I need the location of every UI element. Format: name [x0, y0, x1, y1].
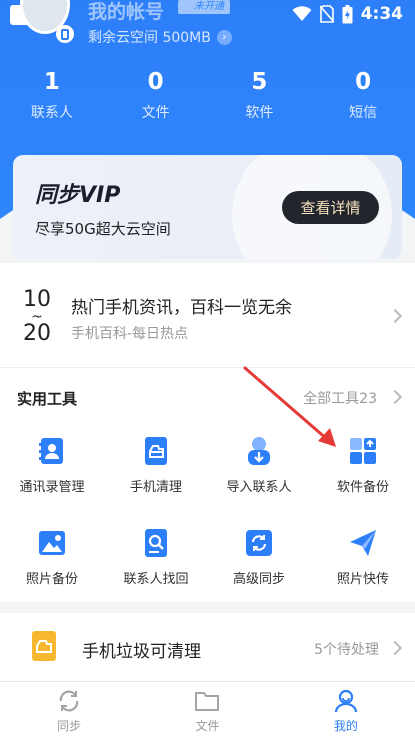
tool-label: 软件备份: [336, 480, 389, 495]
news-subtitle: 手机百科-每日热点: [71, 326, 189, 342]
contacts-book-icon: [39, 438, 63, 464]
news-card[interactable]: 10 ~ 20 热门手机资讯，百科一览无余 手机百科-每日热点: [0, 263, 415, 367]
stat-label: 联系人: [30, 105, 73, 121]
stats-row: 1 联系人 0 文件 5 软件 0 短信: [0, 66, 415, 122]
tab-sync[interactable]: 同步: [0, 682, 138, 737]
stat-apps[interactable]: 5 软件: [208, 66, 312, 122]
tool-contact-recover[interactable]: 联系人找回: [104, 528, 208, 587]
import-contact-icon: [248, 437, 270, 465]
photo-backup-icon: [39, 531, 65, 555]
stat-files[interactable]: 0 文件: [104, 66, 208, 122]
stat-value: 5: [251, 69, 268, 95]
tool-phone-clean[interactable]: 手机清理: [104, 436, 208, 495]
chevron-right-icon: [387, 308, 403, 324]
sync-icon: [59, 690, 79, 712]
chevron-right-icon: ›: [216, 29, 232, 45]
profile-section: 我的帐号 未开通 剩余云空间 500MB ›: [0, 0, 415, 50]
cloud-space-text: 剩余云空间 500MB: [88, 30, 211, 46]
stat-contacts[interactable]: 1 联系人: [0, 66, 104, 122]
chevron-right-icon: [387, 389, 403, 405]
tool-import-contacts[interactable]: 导入联系人: [207, 436, 311, 495]
stat-sms[interactable]: 0 短信: [311, 66, 415, 122]
cloud-space-link[interactable]: 剩余云空间 500MB ›: [88, 27, 232, 47]
tools-card: 实用工具 全部工具23 通讯录管理 手机清理 导入联系人 软件备份 照片备份 联…: [0, 367, 415, 602]
view-details-button[interactable]: 查看详情: [282, 191, 379, 224]
contact-recover-icon: [145, 529, 167, 557]
tab-label: 同步: [57, 719, 82, 733]
stat-label: 软件: [245, 105, 274, 121]
tool-photo-backup[interactable]: 照片备份: [0, 528, 104, 587]
tool-label: 照片备份: [25, 572, 78, 587]
tool-app-backup[interactable]: 软件备份: [311, 436, 415, 495]
all-tools-link[interactable]: 全部工具23: [303, 388, 377, 408]
tool-contacts-manage[interactable]: 通讯录管理: [0, 436, 104, 495]
junk-count: 5个待处理: [314, 642, 379, 658]
phone-badge-icon: [56, 25, 74, 43]
vip-banner[interactable]: 同步VIP 尽享50G超大云空间 查看详情: [13, 155, 402, 259]
tool-label: 高级同步: [232, 572, 285, 587]
tab-files[interactable]: 文件: [138, 682, 276, 737]
stat-value: 0: [355, 69, 372, 95]
chevron-right-icon: [387, 640, 403, 656]
tab-label: 文件: [195, 719, 220, 733]
tool-label: 照片快传: [336, 572, 389, 587]
stat-value: 0: [147, 69, 164, 95]
tool-label: 通讯录管理: [19, 480, 85, 495]
date-bottom: 20: [23, 321, 51, 346]
tab-label: 我的: [333, 719, 358, 733]
tool-label: 导入联系人: [226, 480, 292, 495]
vip-status-tag: 未开通: [178, 0, 230, 14]
tool-advanced-sync[interactable]: 高级同步: [207, 528, 311, 587]
news-date: 10 ~ 20: [22, 288, 52, 346]
vip-title: 同步VIP: [35, 183, 121, 208]
tools-heading: 实用工具: [17, 390, 78, 408]
tool-label: 联系人找回: [123, 572, 189, 587]
folder-icon: [195, 692, 220, 711]
advanced-sync-icon: [246, 530, 272, 556]
junk-folder-icon: [32, 631, 56, 661]
bottom-tab-bar: 同步 文件 我的: [0, 681, 415, 737]
user-icon: [334, 689, 357, 713]
app-backup-icon: [350, 438, 376, 464]
tab-mine[interactable]: 我的: [277, 682, 415, 737]
junk-title: 手机垃圾可清理: [82, 642, 201, 662]
photo-send-icon: [350, 530, 376, 556]
news-title: 热门手机资讯，百科一览无余: [71, 298, 292, 318]
phone-clean-icon: [145, 437, 167, 465]
stat-value: 1: [43, 69, 60, 95]
tool-label: 手机清理: [129, 480, 182, 495]
account-name[interactable]: 我的帐号: [88, 0, 164, 24]
stat-label: 短信: [349, 105, 378, 121]
tool-photo-send[interactable]: 照片快传: [311, 528, 415, 587]
junk-clean-card[interactable]: 手机垃圾可清理 5个待处理: [0, 613, 415, 681]
vip-subtitle: 尽享50G超大云空间: [35, 220, 171, 238]
stat-label: 文件: [141, 105, 170, 121]
